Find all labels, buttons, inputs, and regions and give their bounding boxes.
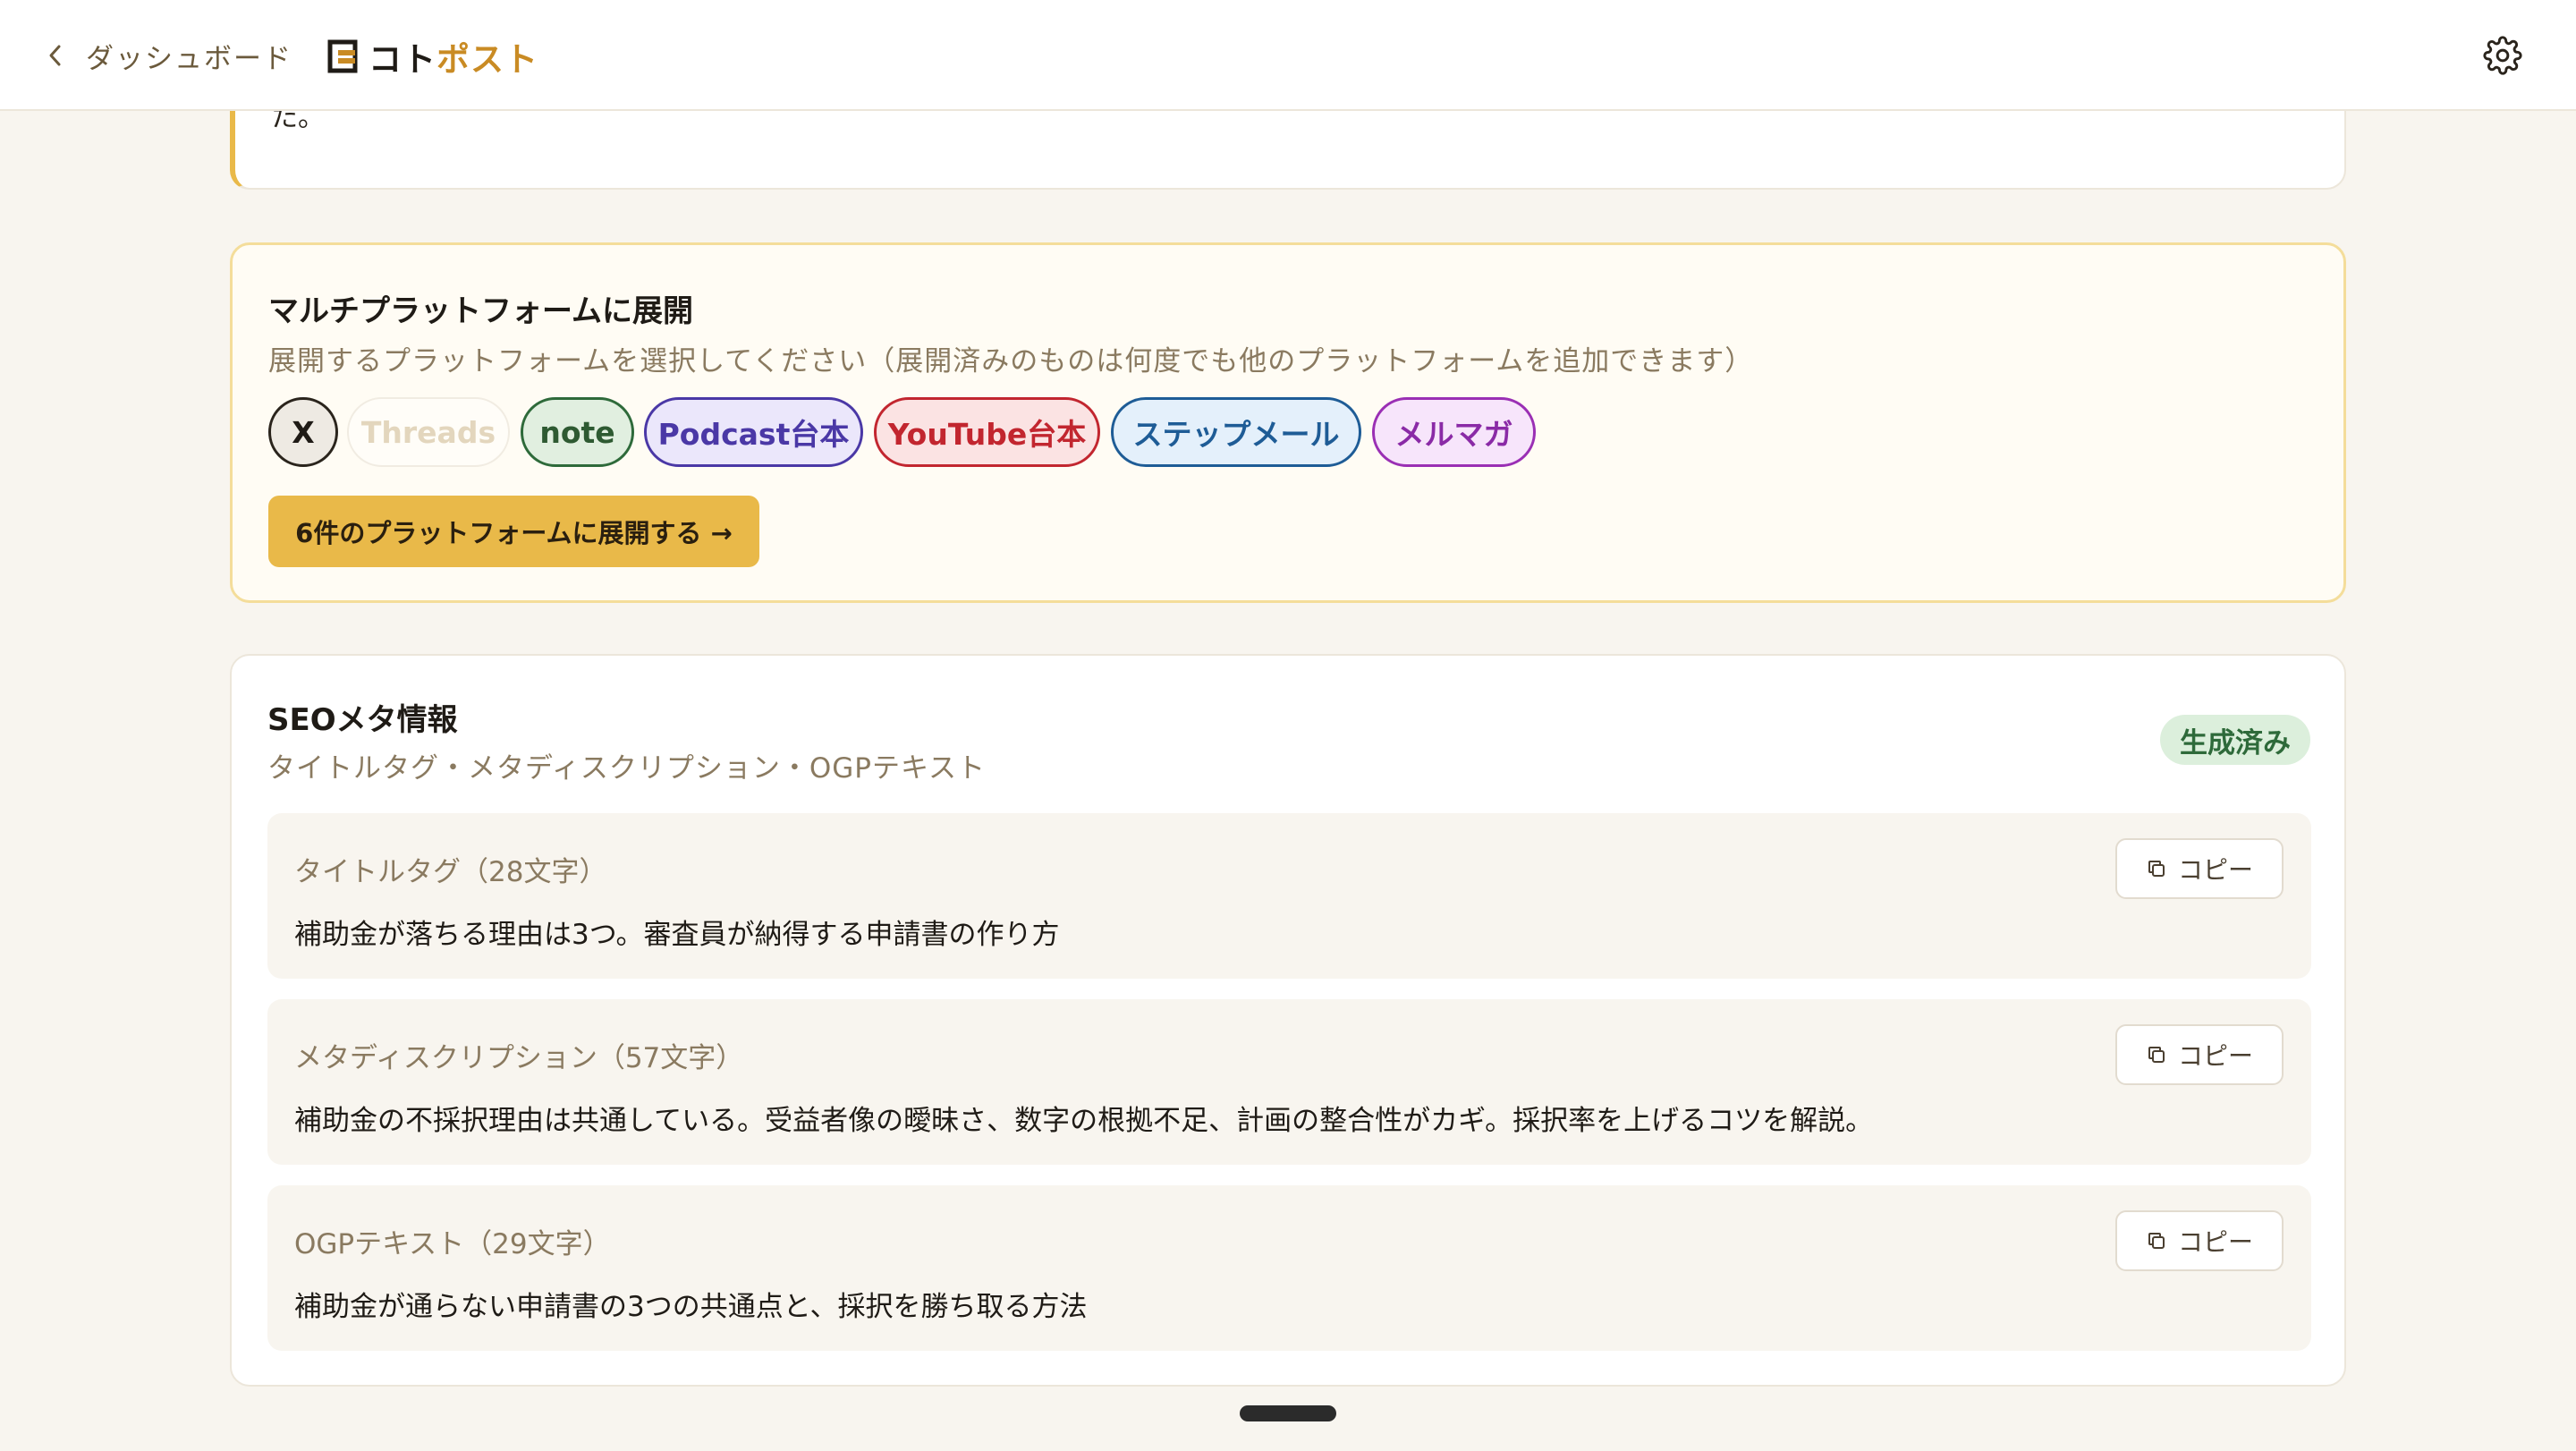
seo-item-value: 補助金の不採択理由は共通している。受益者像の曖昧さ、数字の根拠不足、計画の整合性… bbox=[294, 1105, 1874, 1137]
seo-item-value: 補助金が落ちる理由は3つ。審査員が納得する申請書の作り方 bbox=[294, 919, 1060, 951]
logo-mark-icon bbox=[327, 39, 358, 73]
multi-platform-subtitle: 展開するプラットフォームを選択してください（展開済みのものは何度でも他のプラット… bbox=[268, 345, 1754, 378]
multi-platform-title: マルチプラットフォームに展開 bbox=[268, 293, 693, 329]
copy-button-label: コピー bbox=[2177, 1041, 2253, 1071]
copy-button[interactable]: コピー bbox=[2115, 1210, 2284, 1271]
seo-item-label: メタディスクリプション（57文字） bbox=[294, 1042, 744, 1074]
copy-icon bbox=[2148, 861, 2165, 877]
seo-item-ogp-text: OGPテキスト（29文字） 補助金が通らない申請書の3つの共通点と、採択を勝ち取… bbox=[267, 1185, 2311, 1351]
platform-chip-step-mail[interactable]: ステップメール bbox=[1111, 397, 1361, 467]
copy-button-label: コピー bbox=[2177, 855, 2253, 885]
app-logo: コトポスト bbox=[327, 32, 538, 81]
copy-icon bbox=[2148, 1233, 2165, 1249]
seo-item-title-tag: タイトルタグ（28文字） 補助金が落ちる理由は3つ。審査員が納得する申請書の作り… bbox=[267, 813, 2311, 979]
home-indicator[interactable] bbox=[1240, 1405, 1336, 1421]
seo-item-meta-description: メタディスクリプション（57文字） 補助金の不採択理由は共通している。受益者像の… bbox=[267, 999, 2311, 1165]
seo-item-label: タイトルタグ（28文字） bbox=[294, 856, 607, 888]
platform-chip-podcast[interactable]: Podcast台本 bbox=[644, 397, 863, 467]
copy-button[interactable]: コピー bbox=[2115, 838, 2284, 899]
platform-chip-youtube[interactable]: YouTube台本 bbox=[874, 397, 1100, 467]
multi-platform-card: マルチプラットフォームに展開 展開するプラットフォームを選択してください（展開済… bbox=[230, 242, 2346, 603]
seo-item-value: 補助金が通らない申請書の3つの共通点と、採択を勝ち取る方法 bbox=[294, 1291, 1088, 1323]
seo-item-label: OGPテキスト（29文字） bbox=[294, 1228, 611, 1260]
seo-subtitle: タイトルタグ・メタディスクリプション・OGPテキスト bbox=[267, 752, 987, 785]
back-label: ダッシュボード bbox=[86, 42, 292, 75]
back-to-dashboard-link[interactable]: ダッシュボード bbox=[45, 34, 292, 77]
platform-chip-threads[interactable]: Threads bbox=[347, 397, 510, 467]
logo-text-primary: コト bbox=[369, 40, 436, 79]
seo-title: SEOメタ情報 bbox=[267, 702, 458, 738]
status-badge: 生成済み bbox=[2160, 715, 2310, 765]
seo-meta-card: SEOメタ情報 タイトルタグ・メタディスクリプション・OGPテキスト 生成済み … bbox=[230, 654, 2346, 1387]
platform-chip-x[interactable]: X bbox=[268, 397, 338, 467]
top-bar: ダッシュボード コトポスト bbox=[0, 0, 2576, 111]
copy-button[interactable]: コピー bbox=[2115, 1024, 2284, 1085]
settings-gear-icon[interactable] bbox=[2483, 36, 2522, 75]
expand-platforms-button[interactable]: 6件のプラットフォームに展開する → bbox=[268, 496, 759, 567]
platform-chip-note[interactable]: note bbox=[521, 397, 634, 467]
copy-button-label: コピー bbox=[2177, 1227, 2253, 1257]
logo-text-accent: ポスト bbox=[436, 40, 538, 79]
platform-chip-mail-magazine[interactable]: メルマガ bbox=[1372, 397, 1536, 467]
copy-icon bbox=[2148, 1047, 2165, 1063]
chevron-left-icon bbox=[49, 45, 61, 66]
